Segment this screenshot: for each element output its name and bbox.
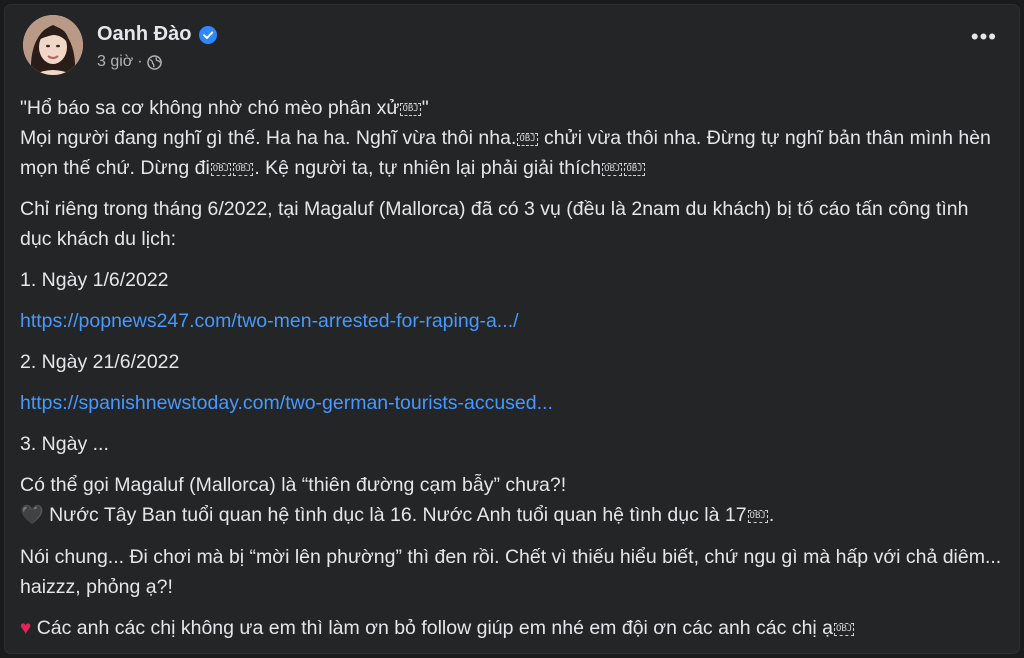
quote-end: " (421, 97, 429, 119)
verified-badge-icon (199, 25, 218, 44)
post-meta: 3 giờ · (97, 53, 162, 71)
meta-separator: · (137, 53, 143, 70)
post-paragraph: Chỉ riêng trong tháng 6/2022, tại Magalu… (20, 198, 969, 250)
avatar[interactable] (23, 15, 83, 75)
author-name-text[interactable]: Oanh Đào (97, 23, 191, 46)
post-paragraph: ♥ Các anh các chị không ưa em thì làm ơn… (20, 613, 1005, 644)
obj-placeholder-icon: OBJ (517, 133, 538, 146)
obj-placeholder-icon: OBJ (210, 163, 232, 176)
quote-text: "Hổ báo sa cơ không nhờ chó mèo phân xử (20, 97, 400, 119)
post-card: Oanh Đào 3 giờ · ••• "Hổ báo sa cơ không… (5, 5, 1019, 653)
list-item: 2. Ngày 21/6/2022 (20, 351, 180, 373)
more-options-icon[interactable]: ••• (971, 26, 997, 48)
post-paragraph: Nói chung... Đi chơi mà bị “mời lên phườ… (20, 546, 1002, 598)
post-paragraph: Có thể gọi Magaluf (Mallorca) là “thiên … (20, 474, 775, 526)
obj-placeholder-icon: OBJ (400, 103, 421, 116)
list-item: 3. Ngày ... (20, 433, 109, 455)
post-paragraph: https://spanishnewstoday.com/two-german-… (20, 388, 1005, 418)
obj-placeholder-icon: OBJ (624, 163, 645, 176)
link-popnews247[interactable]: https://popnews247.com/two-men-arrested-… (20, 310, 519, 332)
post-time[interactable]: 3 giờ (97, 53, 133, 71)
text-segment: Các anh các chị không ưa em thì làm ơn b… (36, 617, 834, 639)
post-body: "Hổ báo sa cơ không nhờ chó mèo phân xử O… (20, 93, 1005, 655)
obj-placeholder-icon: OBJ (747, 510, 768, 523)
post-paragraph: Mọi người đang nghĩ gì thế. Ha ha ha. Ng… (20, 123, 1005, 183)
list-item: 1. Ngày 1/6/2022 (20, 269, 169, 291)
text-segment: Có thể gọi Magaluf (Mallorca) là “thiên … (20, 474, 567, 496)
text-segment: . Kệ người ta, tự nhiên lại phải giải th… (254, 157, 602, 179)
author-name[interactable]: Oanh Đào (97, 23, 218, 46)
black-heart-icon: 🖤 (20, 505, 44, 526)
text-segment: Mọi người đang nghĩ gì thế. Ha ha ha. Ng… (20, 127, 517, 149)
obj-placeholder-icon: OBJ (233, 163, 254, 176)
link-spanishnewstoday[interactable]: https://spanishnewstoday.com/two-german-… (20, 392, 553, 414)
red-heart-icon: ♥ (20, 618, 32, 639)
obj-placeholder-icon: OBJ (602, 163, 623, 176)
avatar-image (23, 15, 83, 75)
post-paragraph: "Hổ báo sa cơ không nhờ chó mèo phân xử O… (20, 93, 1005, 123)
obj-placeholder-icon: OBJ (834, 623, 855, 636)
text-segment: Nước Tây Ban tuổi quan hệ tình dục là 16… (49, 504, 747, 526)
globe-icon[interactable] (146, 54, 162, 70)
post-paragraph: https://popnews247.com/two-men-arrested-… (20, 306, 1005, 336)
